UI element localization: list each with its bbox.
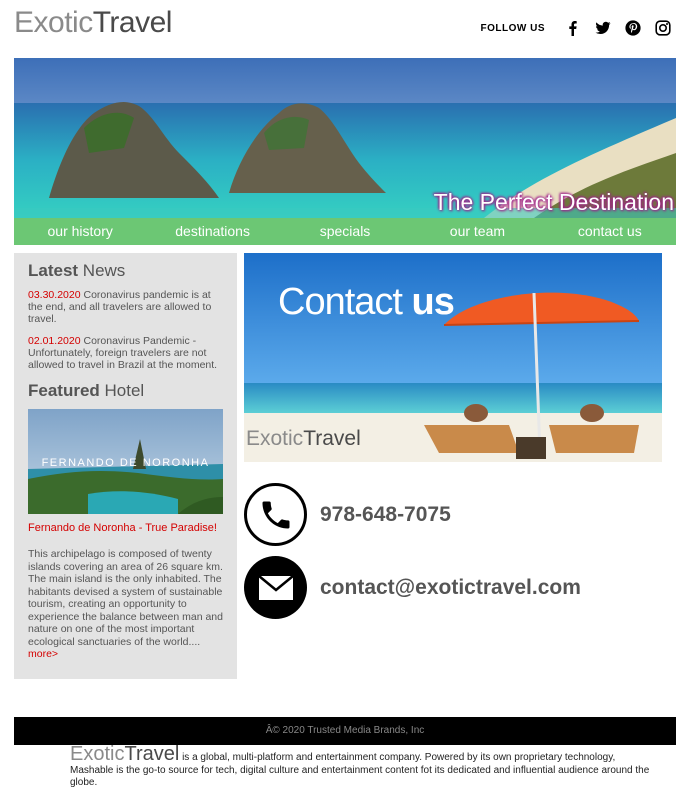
featured-hotel-image-text: FERNANDO DE NORONHA: [41, 457, 210, 469]
contact-banner: Contact us ExoticTravel: [244, 253, 662, 462]
contact-us-title-part2: us: [411, 281, 455, 323]
featured-hotel-description-text: This archipelago is composed of twenty i…: [28, 548, 223, 648]
mail-icon: [244, 556, 307, 619]
more-link[interactable]: more>: [28, 648, 223, 661]
featured-hotel-description: This archipelago is composed of twenty i…: [28, 548, 223, 661]
footer-logo-exotic: Exotic: [70, 743, 125, 765]
featured-hotel-image[interactable]: FERNANDO DE NORONHA: [28, 409, 223, 514]
latest-news-heading-bold: Latest: [28, 261, 79, 280]
news-date: 03.30.2020: [28, 289, 81, 301]
instagram-icon[interactable]: [655, 20, 671, 36]
email-row: contact@exotictravel.com: [244, 556, 581, 619]
featured-hotel-heading: Featured Hotel: [28, 381, 223, 401]
hero-caption: The Perfect Destination: [433, 189, 674, 215]
hero-banner: The Perfect Destination: [14, 58, 676, 218]
footer-logo-travel: Travel: [124, 743, 180, 765]
follow-label: FOLLOW US: [480, 22, 545, 34]
social-follow: FOLLOW US: [481, 20, 672, 36]
featured-hotel-heading-rest: Hotel: [99, 381, 145, 400]
sidebar: Latest News 03.30.2020 Coronavirus pande…: [14, 253, 237, 679]
latest-news-heading: Latest News: [28, 261, 223, 281]
contact-us-title-part1: Contact: [278, 281, 412, 323]
footer-logo: ExoticTravel: [70, 743, 179, 765]
pinterest-icon[interactable]: [625, 20, 641, 36]
nav-item-destinations[interactable]: destinations: [146, 218, 278, 245]
contact-us-title: Contact us: [278, 281, 455, 324]
featured-hotel-heading-bold: Featured: [28, 381, 100, 400]
featured-hotel-link[interactable]: Fernando de Noronha - True Paradise!: [28, 522, 223, 534]
twitter-icon[interactable]: [595, 20, 611, 36]
news-item: 03.30.2020 Coronavirus pandemic is at th…: [28, 289, 223, 325]
phone-number[interactable]: 978-648-7075: [320, 503, 451, 527]
news-item: 02.01.2020 Coronavirus Pandemic - Unfort…: [28, 335, 223, 371]
nav-item-contact-us[interactable]: contact us: [544, 218, 676, 245]
copyright-bar: Â© 2020 Trusted Media Brands, Inc: [14, 717, 676, 745]
latest-news-heading-rest: News: [78, 261, 126, 280]
nav-item-specials[interactable]: specials: [279, 218, 411, 245]
logo-exotic: Exotic: [14, 6, 93, 39]
banner-logo: ExoticTravel: [246, 427, 361, 451]
banner-logo-travel: Travel: [303, 427, 361, 450]
footer-about: ExoticTravel is a global, multi-platform…: [70, 744, 660, 790]
main-nav: our history destinations specials our te…: [14, 218, 676, 245]
phone-icon: [244, 483, 307, 546]
banner-logo-exotic: Exotic: [246, 427, 304, 450]
facebook-icon[interactable]: [565, 20, 581, 36]
nav-item-our-history[interactable]: our history: [14, 218, 146, 245]
logo-travel: Travel: [92, 6, 173, 39]
news-date: 02.01.2020: [28, 335, 81, 347]
phone-row: 978-648-7075: [244, 483, 451, 546]
site-logo[interactable]: ExoticTravel: [14, 6, 172, 40]
email-address[interactable]: contact@exotictravel.com: [320, 576, 581, 600]
nav-item-our-team[interactable]: our team: [411, 218, 543, 245]
